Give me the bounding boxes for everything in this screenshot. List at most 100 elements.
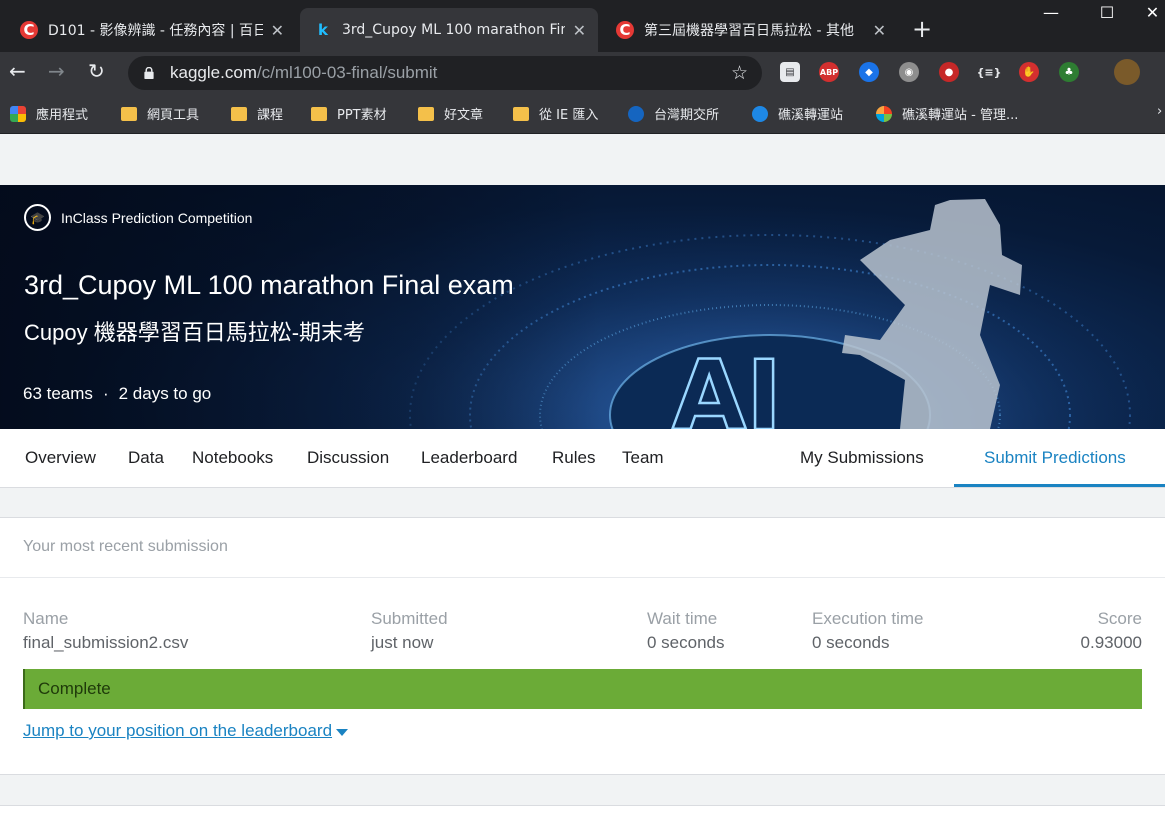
browser-tab-marathon[interactable]: C 第三屆機器學習百日馬拉松 - 其他 ✕ — [602, 8, 898, 52]
score-col: Score 0.93000 — [1081, 609, 1142, 653]
taifex-icon — [628, 105, 644, 122]
deadline: 2 days to go — [118, 384, 212, 403]
browser-tabstrip: C D101 - 影像辨識 - 任務內容 | 百日 ✕ k 3rd_Cupoy … — [0, 0, 1165, 52]
name-label: Name — [23, 609, 69, 628]
bookmark-label: 台灣期交所 — [654, 108, 720, 123]
page-top-strip — [0, 135, 1165, 185]
meta-separator: · — [102, 384, 109, 403]
bookmark-label: 好文章 — [444, 108, 484, 123]
bookmark-folder[interactable]: 網頁工具 — [121, 104, 199, 123]
kaggle-icon: k — [318, 21, 328, 39]
bus-icon — [752, 105, 768, 122]
tab-team[interactable]: Team — [622, 448, 664, 468]
minimize-icon[interactable]: — — [1028, 0, 1074, 24]
card-title: Your most recent submission — [23, 538, 228, 555]
apps-grid-icon — [10, 105, 26, 122]
lock-icon — [144, 67, 154, 79]
bookmark-joomla[interactable]: 礁溪轉運站 - 管理... — [876, 104, 1018, 123]
execution-time-value: 0 seconds — [812, 633, 890, 652]
folder-icon — [513, 106, 529, 121]
submitted-col: Submitted just now — [371, 609, 448, 653]
close-tab-icon[interactable]: ✕ — [271, 21, 284, 40]
tab-title: 第三屆機器學習百日馬拉松 - 其他 — [644, 23, 854, 39]
adblock-icon[interactable]: ABP — [819, 62, 839, 82]
folder-icon — [418, 106, 434, 121]
tab-rules[interactable]: Rules — [552, 448, 595, 468]
extension-icon[interactable]: ▤ — [780, 62, 800, 82]
tab-submit-predictions[interactable]: Submit Predictions — [984, 448, 1126, 468]
submitted-label: Submitted — [371, 609, 448, 628]
back-icon[interactable]: ← — [9, 60, 26, 82]
new-tab-button[interactable]: + — [912, 16, 932, 42]
browser-tab-kaggle[interactable]: k 3rd_Cupoy ML 100 marathon Final ✕ — [300, 8, 598, 52]
close-tab-icon[interactable]: ✕ — [873, 21, 886, 40]
bookmark-apps[interactable]: 應用程式 — [10, 104, 88, 123]
bookmark-folder[interactable]: 課程 — [231, 104, 283, 123]
bookmark-taifex[interactable]: 台灣期交所 — [628, 104, 719, 123]
json-extension-icon[interactable]: {≡} — [977, 62, 1002, 82]
close-window-icon[interactable]: ✕ — [1140, 0, 1165, 24]
next-card-edge — [0, 805, 1165, 818]
joomla-icon — [876, 105, 892, 122]
bookmark-label: PPT素材 — [337, 108, 387, 123]
bookmark-folder[interactable]: 好文章 — [418, 104, 483, 123]
caret-down-icon — [336, 728, 349, 736]
bookmark-bus[interactable]: 礁溪轉運站 — [752, 104, 843, 123]
status-text: Complete — [38, 679, 111, 698]
folder-icon — [231, 106, 247, 121]
forward-icon[interactable]: → — [48, 60, 65, 82]
bookmark-label: 課程 — [257, 108, 284, 123]
competition-meta: 63 teams · 2 days to go — [23, 384, 211, 404]
browser-tab-d101[interactable]: C D101 - 影像辨識 - 任務內容 | 百日 ✕ — [6, 8, 296, 52]
wait-time-col: Wait time 0 seconds — [647, 609, 725, 653]
address-bar[interactable]: kaggle.com/c/ml100-03-final/submit ☆ — [128, 56, 762, 90]
bookmark-folder[interactable]: PPT素材 — [311, 104, 387, 123]
team-count: 63 teams — [23, 384, 93, 403]
tab-notebooks[interactable]: Notebooks — [192, 448, 273, 468]
execution-time-col: Execution time 0 seconds — [812, 609, 924, 653]
submitted-value: just now — [371, 633, 434, 652]
bookmark-folder[interactable]: 從 IE 匯入 — [513, 104, 598, 123]
active-tab-underline — [954, 484, 1165, 487]
graduation-cap-icon: 🎓 — [24, 204, 51, 231]
url-text: kaggle.com/c/ml100-03-final/submit — [170, 63, 438, 82]
bookmarks-bar: 應用程式 網頁工具 課程 PPT素材 好文章 從 IE 匯入 台灣期交所 礁溪轉… — [0, 92, 1165, 134]
jump-to-leaderboard-link[interactable]: Jump to your position on the leaderboard — [23, 721, 349, 741]
hand-icon[interactable]: ✋ — [1019, 62, 1039, 82]
wait-time-label: Wait time — [647, 609, 718, 628]
tab-overview[interactable]: Overview — [25, 448, 96, 468]
status-badge: Complete — [23, 669, 1142, 709]
bookmark-star-icon[interactable]: ☆ — [731, 62, 748, 84]
bookmark-label: 應用程式 — [36, 108, 89, 123]
extension-icon[interactable]: ◆ — [859, 62, 879, 82]
submission-filename: final_submission2.csv — [23, 633, 189, 652]
tab-discussion[interactable]: Discussion — [307, 448, 389, 468]
folder-icon — [311, 106, 327, 121]
more-bookmarks-icon[interactable]: › — [1157, 104, 1162, 119]
score-value: 0.93000 — [1080, 633, 1142, 652]
bookmark-label: 從 IE 匯入 — [539, 108, 599, 123]
execution-time-label: Execution time — [812, 609, 924, 628]
wait-time-value: 0 seconds — [647, 633, 725, 652]
submission-name-col: Name final_submission2.csv — [23, 609, 188, 653]
cupoy-icon: C — [616, 21, 634, 39]
extension-icon[interactable]: ◉ — [899, 62, 919, 82]
card-header: Your most recent submission — [0, 518, 1165, 578]
tab-title: 3rd_Cupoy ML 100 marathon Final — [342, 22, 565, 38]
extension-icon[interactable]: ● — [939, 62, 959, 82]
avatar[interactable] — [1114, 59, 1140, 85]
svg-text:AI: AI — [672, 340, 782, 429]
tab-data[interactable]: Data — [128, 448, 164, 468]
tab-leaderboard[interactable]: Leaderboard — [421, 448, 517, 468]
maximize-icon[interactable]: ☐ — [1084, 0, 1130, 24]
jump-link-text: Jump to your position on the leaderboard — [23, 721, 333, 740]
reload-icon[interactable]: ↻ — [88, 60, 105, 82]
folder-icon — [121, 106, 137, 121]
competition-type: InClass Prediction Competition — [61, 209, 253, 226]
close-tab-icon[interactable]: ✕ — [573, 21, 586, 40]
competition-nav: Overview Data Notebooks Discussion Leade… — [0, 429, 1165, 488]
tab-my-submissions[interactable]: My Submissions — [800, 448, 924, 468]
bookmark-label: 礁溪轉運站 - 管理... — [902, 108, 1019, 123]
evernote-icon[interactable]: ♣ — [1059, 62, 1079, 82]
tab-title: D101 - 影像辨識 - 任務內容 | 百日 — [48, 23, 263, 39]
